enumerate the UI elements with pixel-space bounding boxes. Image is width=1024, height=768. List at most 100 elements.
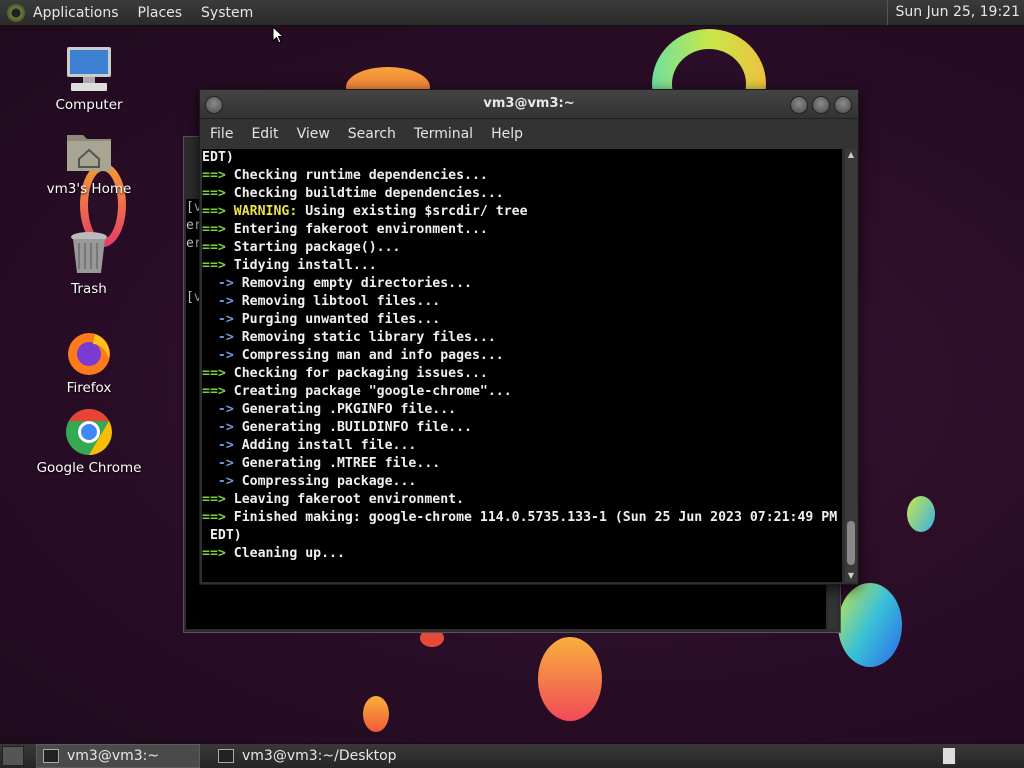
applications-menu[interactable]: Applications (28, 5, 124, 21)
desktop-icon-label: Google Chrome (36, 460, 142, 476)
terminal-line: -> Adding install file... (202, 437, 842, 455)
show-desktop-button[interactable] (2, 746, 24, 766)
terminal-line-text: Generating .MTREE file... (233, 456, 441, 471)
trash-icon (65, 229, 113, 277)
places-menu[interactable]: Places (133, 5, 188, 21)
terminal-line: -> Removing libtool files... (202, 293, 842, 311)
scroll-up-arrow-icon[interactable]: ▲ (845, 149, 857, 161)
terminal-line: -> Compressing man and info pages... (202, 347, 842, 365)
back-terminal-line (186, 271, 200, 289)
desktop-icon-home[interactable]: vm3's Home (34, 129, 144, 197)
terminal-line: EDT) (202, 527, 842, 545)
terminal-line: ==> Checking runtime dependencies... (202, 167, 842, 185)
terminal-scrollbar[interactable]: ▲ ▼ (845, 149, 857, 582)
back-terminal-line (186, 253, 200, 271)
terminal-line: -> Generating .BUILDINFO file... (202, 419, 842, 437)
desktop-icon-chrome[interactable]: Google Chrome (34, 408, 144, 476)
taskbar-item-terminal-desktop[interactable]: vm3@vm3:~/Desktop (212, 745, 403, 767)
terminal-line: -> Generating .PKGINFO file... (202, 401, 842, 419)
sub-arrow-prefix: -> (202, 438, 234, 453)
desktop-icon-label: Computer (55, 97, 123, 113)
terminal-title: vm3@vm3:~ (483, 96, 575, 111)
close-button[interactable] (834, 96, 852, 114)
terminal-line-text: Generating .PKGINFO file... (233, 402, 457, 417)
terminal-window[interactable]: vm3@vm3:~ File Edit View Search Terminal… (199, 89, 859, 585)
workspace-switcher[interactable] (942, 747, 956, 765)
terminal-line: -> Purging unwanted files... (202, 311, 842, 329)
arrow-prefix: ==> (202, 240, 226, 255)
terminal-line-text: Finished making: google-chrome 114.0.573… (225, 510, 838, 525)
back-terminal-line: er (186, 236, 200, 251)
sub-arrow-prefix: -> (202, 330, 234, 345)
menu-help[interactable]: Help (482, 126, 532, 142)
terminal-line: ==> Entering fakeroot environment... (202, 221, 842, 239)
terminal-line: -> Compressing package... (202, 473, 842, 491)
chrome-icon (65, 408, 113, 456)
terminal-line-text: Adding install file... (233, 438, 417, 453)
taskbar-item-terminal[interactable]: vm3@vm3:~ (36, 744, 200, 768)
arrow-prefix: ==> (202, 366, 226, 381)
terminal-line: ==> Cleaning up... (202, 545, 842, 563)
arrow-prefix: ==> (202, 168, 226, 183)
terminal-line: ==> Starting package()... (202, 239, 842, 257)
terminal-output[interactable]: EDT) ==> Checking runtime dependencies...… (202, 149, 842, 582)
terminal-line-text: Checking for packaging issues... (225, 366, 488, 381)
desktop-icon-firefox[interactable]: Firefox (34, 328, 144, 396)
taskbar-item-label: vm3@vm3:~/Desktop (242, 748, 397, 764)
minimize-button[interactable] (790, 96, 808, 114)
terminal-line-text: Entering fakeroot environment... (225, 222, 488, 237)
terminal-line: ==> Leaving fakeroot environment. (202, 491, 842, 509)
menu-file[interactable]: File (200, 126, 242, 142)
taskbar-item-label: vm3@vm3:~ (67, 748, 160, 764)
arrow-prefix: ==> (202, 492, 226, 507)
terminal-line: EDT) (202, 149, 842, 167)
terminal-titlebar[interactable]: vm3@vm3:~ (200, 90, 858, 119)
terminal-line: -> Removing static library files... (202, 329, 842, 347)
arrow-prefix: ==> (202, 222, 226, 237)
terminal-line-text: Cleaning up... (225, 546, 345, 561)
maximize-button[interactable] (812, 96, 830, 114)
back-terminal-line: [v (186, 200, 200, 215)
menu-edit[interactable]: Edit (242, 126, 287, 142)
terminal-line-text: Purging unwanted files... (233, 312, 441, 327)
scrollbar-thumb[interactable] (847, 521, 855, 565)
menu-terminal[interactable]: Terminal (405, 126, 482, 142)
arrow-prefix: ==> (202, 510, 226, 525)
arrow-prefix: ==> (202, 186, 226, 201)
wallpaper-blob-teal-small (907, 496, 935, 532)
terminal-line: ==> Checking for packaging issues... (202, 365, 842, 383)
terminal-line-text: Removing libtool files... (233, 294, 441, 309)
home-folder-icon (65, 129, 113, 177)
wallpaper-blob-orange-bottom (538, 637, 602, 721)
terminal-line-text: Generating .BUILDINFO file... (233, 420, 472, 435)
menu-search[interactable]: Search (339, 126, 405, 142)
terminal-line: ==> WARNING: Using existing $srcdir/ tre… (202, 203, 842, 221)
warning-label: WARNING: (225, 204, 298, 219)
terminal-line-text: Removing static library files... (233, 330, 496, 345)
terminal-line-text: Starting package()... (225, 240, 401, 255)
terminal-line-text: EDT) (202, 528, 242, 543)
terminal-icon (43, 749, 59, 763)
distro-logo-icon[interactable] (7, 3, 25, 22)
firefox-icon (65, 328, 113, 376)
back-terminal-line: er (186, 218, 200, 233)
terminal-line-text: Compressing package... (233, 474, 417, 489)
scroll-down-arrow-icon[interactable]: ▼ (845, 570, 857, 582)
mouse-cursor-icon (272, 26, 284, 44)
arrow-prefix: ==> (202, 384, 226, 399)
desktop-icon-label: vm3's Home (46, 181, 132, 197)
desktop-icon-computer[interactable]: Computer (34, 45, 144, 113)
terminal-line: -> Generating .MTREE file... (202, 455, 842, 473)
clock[interactable]: Sun Jun 25, 19:21 (886, 0, 1020, 25)
menu-view[interactable]: View (288, 126, 339, 142)
terminal-line-text: Checking runtime dependencies... (225, 168, 488, 183)
sub-arrow-prefix: -> (202, 312, 234, 327)
desktop-icon-trash[interactable]: Trash (34, 229, 144, 297)
top-panel: Applications Places System Sun Jun 25, 1… (0, 0, 1024, 26)
terminal-line: ==> Tidying install... (202, 257, 842, 275)
computer-icon (65, 45, 113, 93)
sub-arrow-prefix: -> (202, 348, 234, 363)
terminal-icon (218, 749, 234, 763)
terminal-line-text: EDT) (202, 150, 234, 165)
system-menu[interactable]: System (196, 5, 258, 21)
